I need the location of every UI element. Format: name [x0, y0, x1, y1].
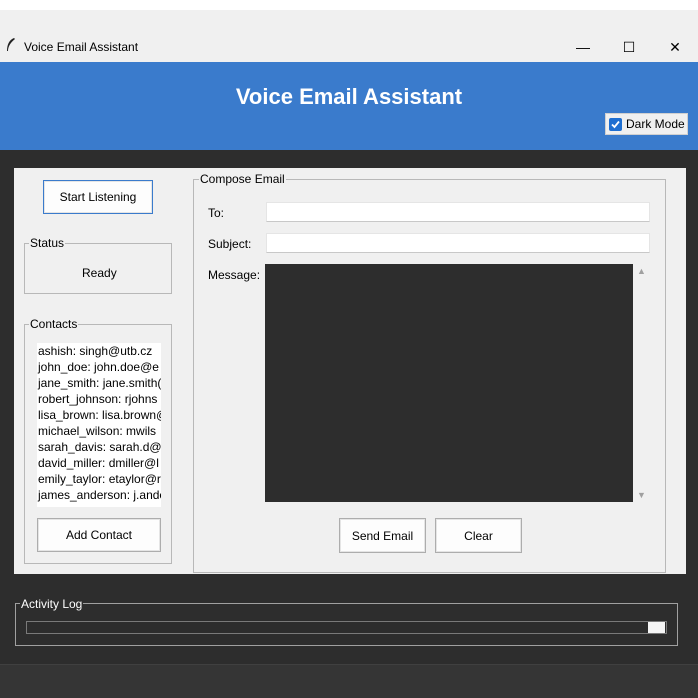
message-textarea[interactable] [265, 264, 633, 502]
app-header: Voice Email Assistant [0, 62, 698, 150]
list-item[interactable]: emily_taylor: etaylor@r [37, 471, 161, 487]
clear-button[interactable]: Clear [435, 518, 522, 553]
minimize-button[interactable]: — [560, 32, 606, 62]
compose-email-group-label: Compose Email [199, 172, 286, 186]
list-item[interactable]: lisa_brown: lisa.brown@ [37, 407, 161, 423]
message-scrollbar[interactable]: ▲ ▼ [633, 264, 650, 502]
list-item[interactable]: john_doe: john.doe@e [37, 359, 161, 375]
list-item[interactable]: jane_smith: jane.smith( [37, 375, 161, 391]
maximize-button[interactable]: ☐ [606, 32, 652, 62]
contacts-group-label: Contacts [29, 317, 79, 331]
contacts-list[interactable]: ashish: singh@utb.cz john_doe: john.doe@… [37, 343, 161, 507]
list-item[interactable]: ashish: singh@utb.cz [37, 343, 161, 359]
status-group-label: Status [29, 236, 66, 250]
bottom-bar [0, 664, 698, 698]
activity-log-scrollbar[interactable] [26, 621, 667, 634]
activity-log-label: Activity Log [20, 597, 84, 611]
feather-icon [6, 38, 16, 52]
outer-top-strip [0, 0, 698, 10]
subject-label: Subject: [208, 237, 252, 251]
close-button[interactable]: ✕ [652, 32, 698, 62]
list-item[interactable]: david_miller: dmiller@l [37, 455, 161, 471]
scroll-up-arrow-icon[interactable]: ▲ [637, 266, 646, 276]
checkbox-checked-icon [609, 117, 622, 131]
window-title: Voice Email Assistant [24, 40, 139, 54]
dark-mode-checkbox[interactable]: Dark Mode [605, 113, 688, 135]
send-email-button[interactable]: Send Email [339, 518, 426, 553]
to-label: To: [208, 206, 225, 220]
to-input[interactable] [266, 202, 650, 222]
message-label: Message: [208, 268, 261, 282]
add-contact-button[interactable]: Add Contact [37, 518, 161, 552]
status-value: Ready [82, 266, 117, 280]
list-item[interactable]: michael_wilson: mwils [37, 423, 161, 439]
app-title: Voice Email Assistant [235, 84, 463, 109]
list-item[interactable]: james_anderson: j.ande [37, 487, 161, 503]
subject-input[interactable] [266, 233, 650, 253]
list-item[interactable]: sarah_davis: sarah.d@u [37, 439, 161, 455]
window-titlebar[interactable]: Voice Email Assistant — ☐ ✕ [0, 10, 698, 62]
dark-mode-label: Dark Mode [626, 117, 685, 131]
scroll-down-arrow-icon[interactable]: ▼ [637, 490, 646, 500]
activity-log-scroll-thumb[interactable] [648, 622, 665, 633]
list-item[interactable]: robert_johnson: rjohns [37, 391, 161, 407]
start-listening-button[interactable]: Start Listening [43, 180, 153, 214]
